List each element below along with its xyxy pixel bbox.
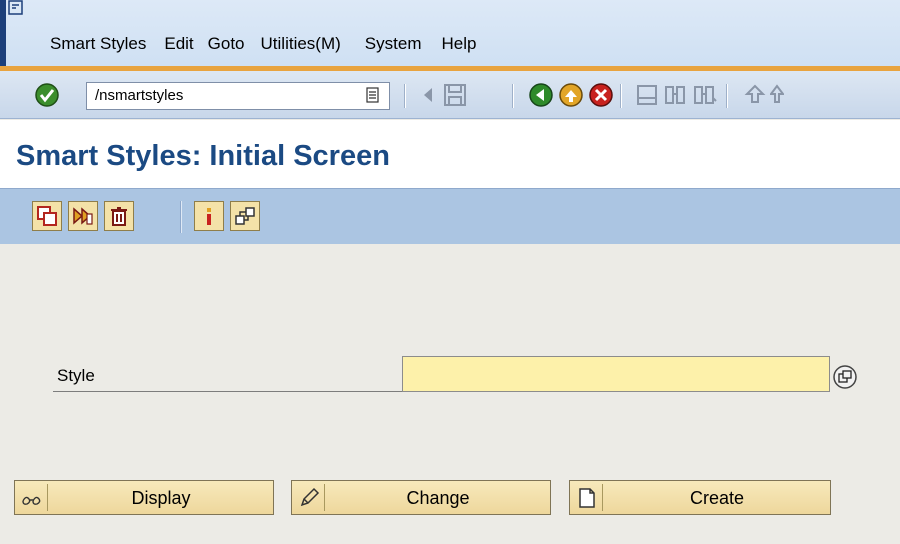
- menu-smart-styles[interactable]: Smart Styles: [50, 34, 146, 54]
- button-divider: [324, 484, 325, 511]
- style-label-underline: [53, 391, 403, 392]
- style-input[interactable]: [402, 356, 830, 392]
- menu-items: Smart Styles Edit Goto Utilities(M) Syst…: [50, 34, 490, 54]
- back-icon[interactable]: [528, 82, 554, 108]
- info-icon: [207, 208, 211, 225]
- button-divider: [602, 484, 603, 511]
- first-page-icon[interactable]: [742, 82, 768, 108]
- delete-icon: [111, 207, 127, 226]
- toolbar-separator: [404, 84, 406, 108]
- change-button[interactable]: Change: [291, 480, 551, 515]
- menu-utilities[interactable]: Utilities(M): [261, 34, 341, 54]
- rename-button[interactable]: [68, 201, 98, 231]
- create-button[interactable]: Create: [569, 480, 831, 515]
- rename-icon: [73, 207, 93, 225]
- title-bar: Smart Styles: Initial Screen: [0, 120, 900, 188]
- style-label: Style: [57, 366, 95, 385]
- previous-page-icon[interactable]: [770, 82, 784, 108]
- command-history-icon[interactable]: [366, 87, 380, 103]
- delete-button[interactable]: [104, 201, 134, 231]
- hierarchy-button[interactable]: [230, 201, 260, 231]
- exit-icon[interactable]: [558, 82, 584, 108]
- toolbar-separator: [726, 84, 728, 108]
- display-label: Display: [131, 488, 191, 508]
- find-icon[interactable]: [662, 82, 688, 108]
- command-field[interactable]: /nsmartstyles: [86, 82, 390, 110]
- copy-icon: [37, 206, 57, 226]
- print-icon[interactable]: [634, 82, 660, 108]
- menu-goto[interactable]: Goto: [208, 34, 245, 54]
- value-help-icon[interactable]: [832, 364, 858, 390]
- info-button[interactable]: [194, 201, 224, 231]
- menu-edit[interactable]: Edit: [164, 34, 193, 54]
- enter-icon[interactable]: [34, 82, 60, 108]
- menu-bar: Smart Styles Edit Goto Utilities(M) Syst…: [0, 0, 900, 66]
- menu-system[interactable]: System: [365, 34, 422, 54]
- glasses-icon: [22, 496, 41, 505]
- system-menu-icon[interactable]: [8, 0, 24, 16]
- back-arrow-icon[interactable]: [418, 84, 438, 106]
- copy-button[interactable]: [32, 201, 62, 231]
- application-toolbar: [0, 188, 900, 244]
- menu-help[interactable]: Help: [441, 34, 476, 54]
- display-button[interactable]: Display: [14, 480, 274, 515]
- pencil-icon: [300, 487, 320, 507]
- hierarchy-icon: [235, 207, 255, 225]
- button-divider: [47, 484, 48, 511]
- toolbar-separator: [620, 84, 622, 108]
- toolbar-separator: [512, 84, 514, 108]
- save-icon[interactable]: [442, 82, 468, 108]
- change-label: Change: [406, 488, 470, 508]
- new-document-icon: [579, 488, 595, 508]
- cancel-icon[interactable]: [588, 82, 614, 108]
- page-title: Smart Styles: Initial Screen: [16, 140, 390, 172]
- create-label: Create: [689, 488, 745, 508]
- app-toolbar-separator: [180, 201, 182, 233]
- find-next-icon[interactable]: [692, 82, 718, 108]
